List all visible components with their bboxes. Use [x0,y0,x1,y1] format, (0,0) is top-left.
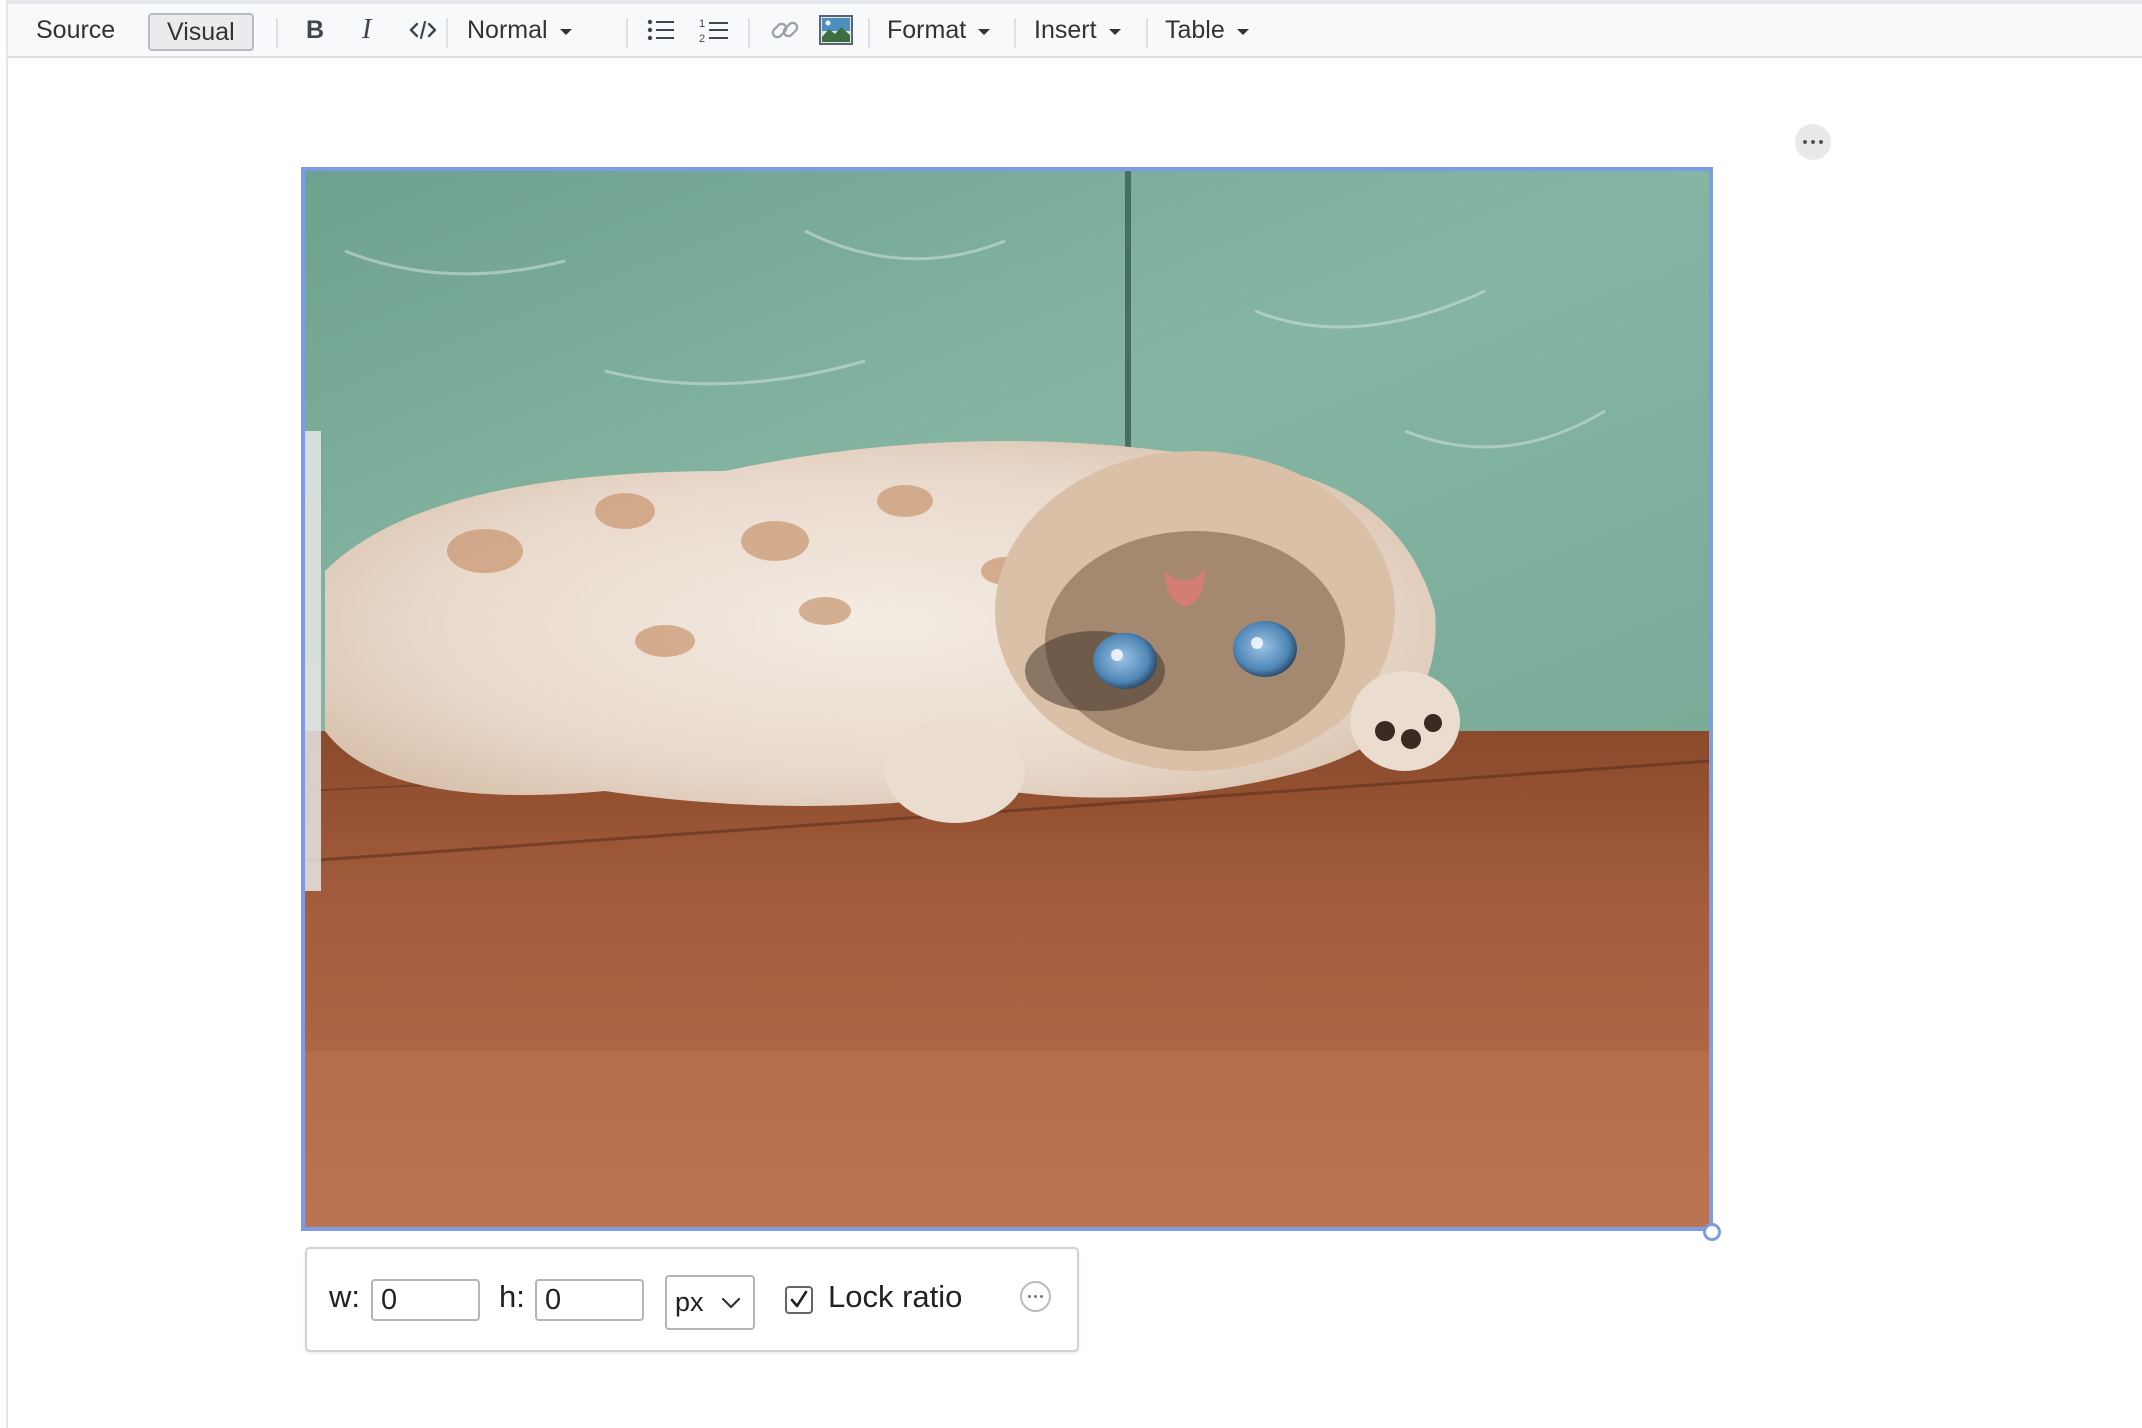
width-label: w: [329,1279,360,1314]
toolbar-separator [748,18,750,48]
block-style-label: Normal [467,15,548,44]
unit-select[interactable]: px [665,1275,755,1330]
toolbar-separator [276,18,278,48]
editor-toolbar: Source Visual B I Normal 1 2 Format Inse… [8,4,2142,58]
image-icon [819,15,853,45]
image-size-panel: w: h: px Lock ratio [305,1247,1079,1352]
height-input[interactable] [535,1279,644,1321]
chevron-down-icon [978,28,991,35]
chevron-down-icon [559,28,572,35]
selected-image[interactable] [301,167,1713,1231]
chevron-down-icon [1236,28,1249,35]
bullet-list-icon [647,19,674,41]
toolbar-separator [626,18,628,48]
code-button[interactable] [408,4,438,56]
format-menu[interactable]: Format [887,4,991,56]
resize-handle[interactable] [1703,1223,1721,1241]
toolbar-separator [868,18,870,48]
italic-button[interactable]: I [362,4,371,56]
toolbar-separator [1014,18,1016,48]
cat-photo [305,171,1709,1227]
source-mode-button[interactable]: Source [36,4,115,56]
checkmark-icon [790,1290,808,1308]
numbered-list-button[interactable]: 1 2 [698,4,730,56]
unit-select-value: px [675,1287,704,1317]
image-size-more-button[interactable] [1020,1281,1051,1312]
link-icon [771,21,799,39]
chevron-down-icon [1108,28,1121,35]
table-menu[interactable]: Table [1165,4,1249,56]
height-label: h: [499,1279,525,1314]
svg-text:2: 2 [699,33,705,44]
link-button[interactable] [769,4,801,56]
insert-menu-label: Insert [1034,15,1097,44]
block-style-dropdown[interactable]: Normal [467,4,572,56]
image-options-button[interactable] [1795,124,1831,160]
width-input[interactable] [371,1279,480,1321]
more-dots-icon [1803,140,1807,144]
code-icon [409,20,437,40]
table-menu-label: Table [1165,15,1225,44]
format-menu-label: Format [887,15,967,44]
insert-menu[interactable]: Insert [1034,4,1121,56]
lock-ratio-checkbox[interactable] [785,1286,813,1314]
toolbar-separator [1146,18,1148,48]
editor-left-border [6,0,8,1428]
insert-image-button[interactable] [819,4,853,56]
more-dots-icon [1028,1295,1031,1298]
bullet-list-button[interactable] [646,4,676,56]
visual-mode-button[interactable]: Visual [148,13,254,51]
lock-ratio-label: Lock ratio [828,1279,963,1314]
toolbar-separator [446,18,448,48]
chevron-down-icon [721,1297,740,1308]
numbered-list-icon: 1 2 [699,18,728,44]
bold-button[interactable]: B [306,4,324,56]
svg-text:1: 1 [699,18,705,30]
